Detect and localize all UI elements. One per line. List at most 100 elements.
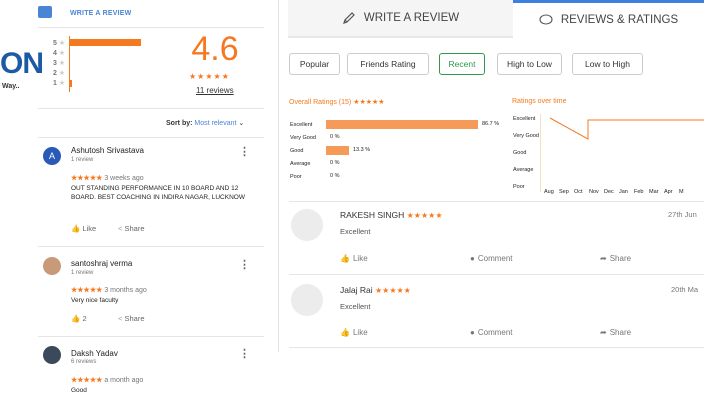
overall-row-percent: 0 % bbox=[330, 160, 340, 166]
post-author[interactable]: Jalaj Rai ★★★★★ bbox=[340, 285, 411, 295]
star-label-1: 1 ★ bbox=[53, 80, 66, 87]
comment-button[interactable]: ● Comment bbox=[470, 328, 513, 337]
tab-reviews-ratings[interactable]: REVIEWS & RATINGS bbox=[513, 0, 704, 38]
post-date: 27th Jun bbox=[668, 210, 697, 219]
share-button[interactable]: < Share bbox=[118, 314, 145, 323]
post-date: 20th Ma bbox=[671, 285, 699, 294]
reviewer-count: 1 review bbox=[71, 270, 94, 276]
average-stars: ★★★★★ bbox=[189, 72, 230, 81]
reviewer-name[interactable]: Ashutosh Srivastava bbox=[71, 146, 144, 155]
post-rating-text: Excellent bbox=[340, 227, 371, 236]
review-text: Good bbox=[71, 387, 87, 394]
filter-high-to-low[interactable]: High to Low bbox=[497, 53, 562, 75]
filter-friends-rating[interactable]: Friends Rating bbox=[347, 53, 429, 75]
reviewer-count: 1 review bbox=[71, 157, 94, 163]
overall-row-percent: 0 % bbox=[330, 173, 340, 179]
write-review-link[interactable]: WRITE A REVIEW bbox=[70, 10, 131, 17]
review-text: Very nice faculty bbox=[71, 297, 119, 304]
thumbs-up-icon: 👍 bbox=[340, 254, 350, 263]
star-label-3: 3 ★ bbox=[53, 60, 66, 67]
avatar[interactable]: A bbox=[43, 147, 61, 165]
pencil-icon bbox=[342, 12, 355, 24]
overall-row-percent: 0 % bbox=[330, 134, 340, 140]
tab-label: REVIEWS & RATINGS bbox=[560, 13, 679, 26]
divider bbox=[38, 137, 264, 138]
reviewer-name[interactable]: santoshraj verma bbox=[71, 259, 132, 268]
divider bbox=[289, 274, 704, 275]
overall-row-percent: 86.7 % bbox=[482, 121, 500, 127]
overall-row-label: Excellent bbox=[290, 122, 313, 128]
time-y-label: Excellent bbox=[513, 116, 536, 122]
time-x-label: Aug bbox=[544, 189, 554, 195]
post-author[interactable]: RAKESH SINGH ★★★★★ bbox=[340, 210, 442, 220]
overall-row-bar bbox=[326, 146, 349, 155]
reviews-count-link[interactable]: 11 reviews bbox=[196, 86, 234, 95]
overall-row-label: Poor bbox=[290, 174, 302, 180]
time-x-label: Apr bbox=[664, 189, 673, 195]
overall-row-label: Average bbox=[290, 161, 311, 167]
thumbs-up-icon: 👍 bbox=[71, 314, 81, 323]
reviewer-count: 6 reviews bbox=[71, 359, 97, 365]
thumbs-up-icon: 👍 bbox=[340, 328, 350, 337]
share-arrow-icon: ➦ bbox=[600, 328, 607, 337]
post-rating-text: Excellent bbox=[340, 302, 371, 311]
time-y-label: Average bbox=[513, 167, 534, 173]
star-label-2: 2 ★ bbox=[53, 70, 66, 77]
more-options-icon[interactable]: ⋮ bbox=[239, 145, 250, 158]
overall-ratings-title: Overall Ratings (15) ★★★★★ bbox=[289, 99, 385, 106]
histogram-bar-5 bbox=[69, 39, 141, 46]
divider bbox=[289, 201, 704, 202]
share-button[interactable]: ➦ Share bbox=[600, 328, 631, 337]
share-icon: < bbox=[118, 224, 123, 233]
tab-label: WRITE A REVIEW bbox=[363, 12, 460, 24]
share-button[interactable]: < Share bbox=[118, 224, 145, 233]
ratings-over-time-title: Ratings over time bbox=[512, 98, 567, 105]
ratings-over-time-chart bbox=[540, 114, 704, 192]
share-button[interactable]: ➦ Share bbox=[600, 254, 631, 263]
filter-low-to-high[interactable]: Low to High bbox=[572, 53, 643, 75]
like-button[interactable]: 👍 2 bbox=[71, 314, 87, 323]
divider bbox=[38, 108, 264, 109]
brand-logo: ON bbox=[0, 47, 44, 80]
review-stars: ★★★★★ 3 weeks ago bbox=[71, 175, 144, 182]
more-options-icon[interactable]: ⋮ bbox=[239, 347, 250, 360]
comment-icon: ● bbox=[470, 328, 475, 337]
divider bbox=[38, 336, 264, 337]
overall-row-label: Good bbox=[290, 148, 304, 154]
filter-popular[interactable]: Popular bbox=[289, 53, 340, 75]
time-x-label: Sep bbox=[559, 189, 569, 195]
time-x-label: M bbox=[679, 189, 684, 195]
time-y-label: Good bbox=[513, 150, 527, 156]
time-x-label: Feb bbox=[634, 189, 644, 195]
overall-row-percent: 13.3 % bbox=[353, 147, 371, 153]
overall-row-label: Very Good bbox=[290, 135, 316, 141]
time-x-label: Nov bbox=[589, 189, 599, 195]
filter-recent[interactable]: Recent bbox=[439, 53, 485, 75]
brand-tagline: Way.. bbox=[2, 83, 20, 90]
user-avatar-placeholder[interactable] bbox=[291, 209, 323, 241]
reviewer-name[interactable]: Daksh Yadav bbox=[71, 349, 118, 358]
user-avatar-placeholder[interactable] bbox=[291, 284, 323, 316]
more-options-icon[interactable]: ⋮ bbox=[239, 258, 250, 271]
avatar[interactable] bbox=[43, 257, 61, 275]
comment-icon: ● bbox=[470, 254, 475, 263]
time-x-label: Oct bbox=[574, 189, 583, 195]
review-text: OUT STANDING PERFORMANCE IN 10 BOARD AND… bbox=[71, 185, 245, 201]
like-button[interactable]: 👍 Like bbox=[71, 224, 96, 233]
avatar[interactable] bbox=[43, 346, 61, 364]
like-button[interactable]: 👍 Like bbox=[340, 254, 368, 263]
time-y-label: Poor bbox=[513, 184, 525, 190]
like-button[interactable]: 👍 Like bbox=[340, 328, 368, 337]
divider bbox=[38, 27, 264, 28]
tab-write-review[interactable]: WRITE A REVIEW bbox=[288, 0, 513, 38]
comment-button[interactable]: ● Comment bbox=[470, 254, 513, 263]
histogram-bar-1 bbox=[69, 80, 72, 87]
thumbs-up-icon: 👍 bbox=[71, 224, 81, 233]
time-x-label: Mar bbox=[649, 189, 659, 195]
time-x-label: Jan bbox=[619, 189, 628, 195]
time-y-label: Very Good bbox=[513, 133, 539, 139]
divider bbox=[289, 347, 704, 348]
write-review-icon[interactable] bbox=[38, 6, 52, 18]
review-stars: ★★★★★ a month ago bbox=[71, 377, 144, 384]
sort-dropdown[interactable]: Sort by: Most relevant ⌄ bbox=[166, 119, 244, 127]
